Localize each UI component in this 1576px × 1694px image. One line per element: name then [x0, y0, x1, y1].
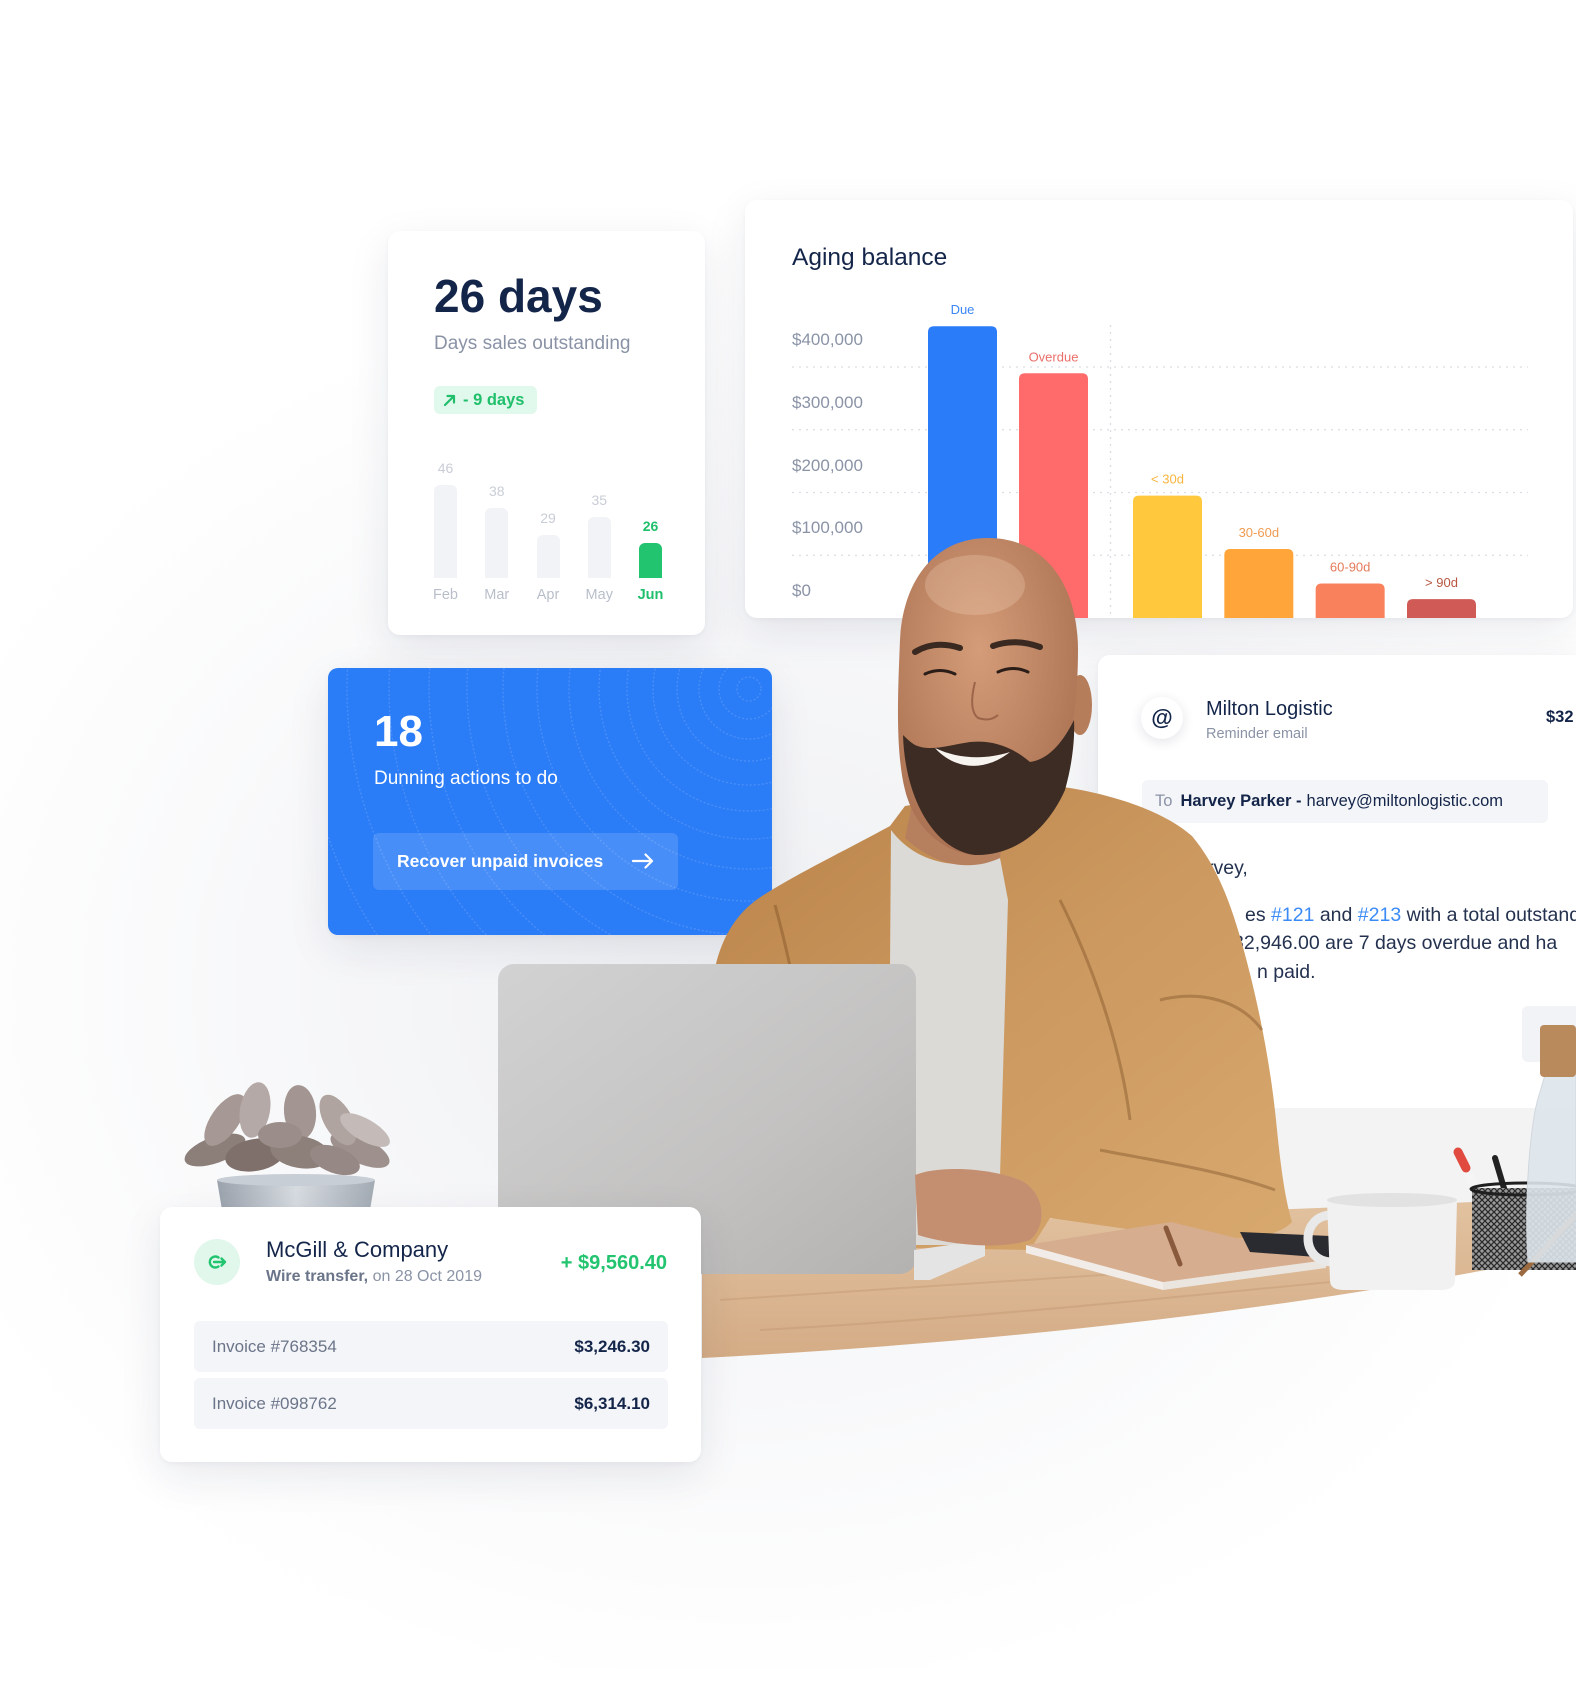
transfer-in-icon — [194, 1239, 240, 1285]
bar-label: 30-60d — [1239, 525, 1279, 540]
dso-value: 26 days — [434, 270, 603, 322]
arrow-up-right-icon — [443, 394, 456, 406]
ring — [652, 668, 772, 786]
dso-bar-mar — [485, 508, 509, 578]
email-amount: $32 — [1546, 708, 1574, 726]
recipient-email: harvey@miltonlogistic.com — [1306, 792, 1504, 810]
dso-card: 26 days Days sales outstanding - 9 days … — [388, 231, 705, 635]
bar-label: 60-90d — [1330, 559, 1370, 574]
bar-label: > 90d — [1425, 575, 1458, 590]
invoice-label: Invoice #768354 — [212, 1336, 337, 1356]
recipient-field[interactable]: To Harvey Parker - harvey@miltonlogistic… — [1142, 780, 1548, 823]
dunning-label: Dunning actions to do — [374, 768, 558, 789]
ring — [676, 668, 772, 762]
ring — [698, 668, 772, 740]
dso-bar-value: 35 — [591, 492, 608, 509]
payment-details: Wire transfer, on 28 Oct 2019 — [266, 1267, 482, 1287]
ring — [718, 668, 772, 720]
dso-bar-value: 38 — [488, 483, 505, 500]
email-text: es — [1245, 904, 1272, 926]
bar-30-60d — [1224, 548, 1294, 618]
email-body-line: 32,946.00 are 7 days overdue and ha — [1233, 930, 1557, 956]
invoice-amount: $3,246.30 — [574, 1336, 650, 1356]
invoice-row[interactable]: Invoice #768354 $3,246.30 — [194, 1321, 668, 1372]
arrow-right-icon — [631, 853, 654, 869]
payment-method: Wire transfer, — [266, 1268, 369, 1285]
ring — [388, 668, 488, 935]
email-text: rvey, — [1207, 857, 1248, 879]
recover-button-label: Recover unpaid invoices — [397, 851, 604, 871]
bar-label: Due — [951, 302, 975, 317]
dso-change-text: - 9 days — [463, 391, 525, 409]
dso-change-badge: - 9 days — [434, 386, 537, 414]
recipient-name: Harvey Parker - — [1180, 792, 1302, 810]
bar-label: Overdue — [1029, 349, 1079, 364]
email-action-button[interactable] — [1522, 1006, 1576, 1062]
dso-label: Days sales outstanding — [434, 333, 631, 354]
bar-label: < 30d — [1151, 472, 1184, 487]
dunning-card: 18 Dunning actions to do Recover unpaid … — [328, 668, 772, 935]
bar-90d — [1406, 599, 1476, 618]
aging-balance-card: Aging balance $0 $100,000 $200,000 $300,000… — [745, 200, 1573, 618]
email-text: n paid. — [1257, 961, 1316, 983]
ring — [598, 668, 772, 840]
bar-30d — [1133, 495, 1202, 618]
invoice-row[interactable]: Invoice #098762 $6,314.10 — [194, 1378, 668, 1429]
dso-bar-value: 46 — [437, 460, 454, 477]
dso-bar-may — [587, 517, 611, 578]
email-text: and — [1314, 904, 1358, 926]
bar-60-90d — [1315, 583, 1385, 618]
dunning-count: 18 — [374, 707, 423, 756]
email-type: Reminder email — [1206, 726, 1308, 742]
email-text: with a total outstand — [1401, 904, 1576, 926]
email-body-line: n paid. — [1257, 959, 1316, 985]
invoice-link[interactable]: #121 — [1271, 904, 1314, 926]
ring — [502, 668, 772, 935]
payer-company: McGill & Company — [266, 1237, 449, 1262]
dso-month-label: Mar — [484, 587, 510, 603]
bar-due — [928, 326, 997, 618]
dso-bar-value: 29 — [540, 509, 556, 526]
payment-card: McGill & Company Wire transfer, on 28 Oc… — [160, 1207, 701, 1462]
recover-unpaid-invoices-button[interactable]: Recover unpaid invoices — [373, 833, 678, 890]
dso-bar-value: 26 — [642, 518, 659, 535]
dso-bar-feb — [434, 485, 457, 578]
email-text: 32,946.00 are 7 days overdue and ha — [1233, 932, 1558, 954]
aging-chart: Due Overdue < 30d 30-60d 60-90d > 90d — [792, 302, 1528, 618]
email-company: Milton Logistic — [1206, 698, 1333, 720]
invoice-link[interactable]: #213 — [1358, 904, 1401, 926]
dso-bar-apr — [536, 534, 560, 578]
email-body-line: es #121 and #213 with a total outstand — [1245, 902, 1576, 928]
bar-overdue — [1019, 373, 1088, 618]
to-label: To — [1155, 792, 1173, 810]
dso-month-label: Apr — [536, 587, 560, 603]
payment-amount: + $9,560.40 — [560, 1252, 667, 1274]
payment-date: on 28 Oct 2019 — [368, 1268, 482, 1285]
dso-month-label: May — [585, 587, 613, 603]
dso-bar-jun — [639, 543, 662, 578]
invoice-label: Invoice #098762 — [212, 1393, 337, 1413]
reminder-email-card: @ Milton Logistic Reminder email $32 To … — [1098, 655, 1576, 1108]
dso-month-label: Feb — [433, 587, 458, 603]
at-sign-icon: @ — [1141, 697, 1183, 739]
invoice-amount: $6,314.10 — [574, 1393, 650, 1413]
dso-month-label: Jun — [637, 587, 664, 603]
email-body-line: rvey, — [1207, 855, 1248, 881]
ring — [428, 668, 546, 935]
ring — [736, 676, 762, 702]
